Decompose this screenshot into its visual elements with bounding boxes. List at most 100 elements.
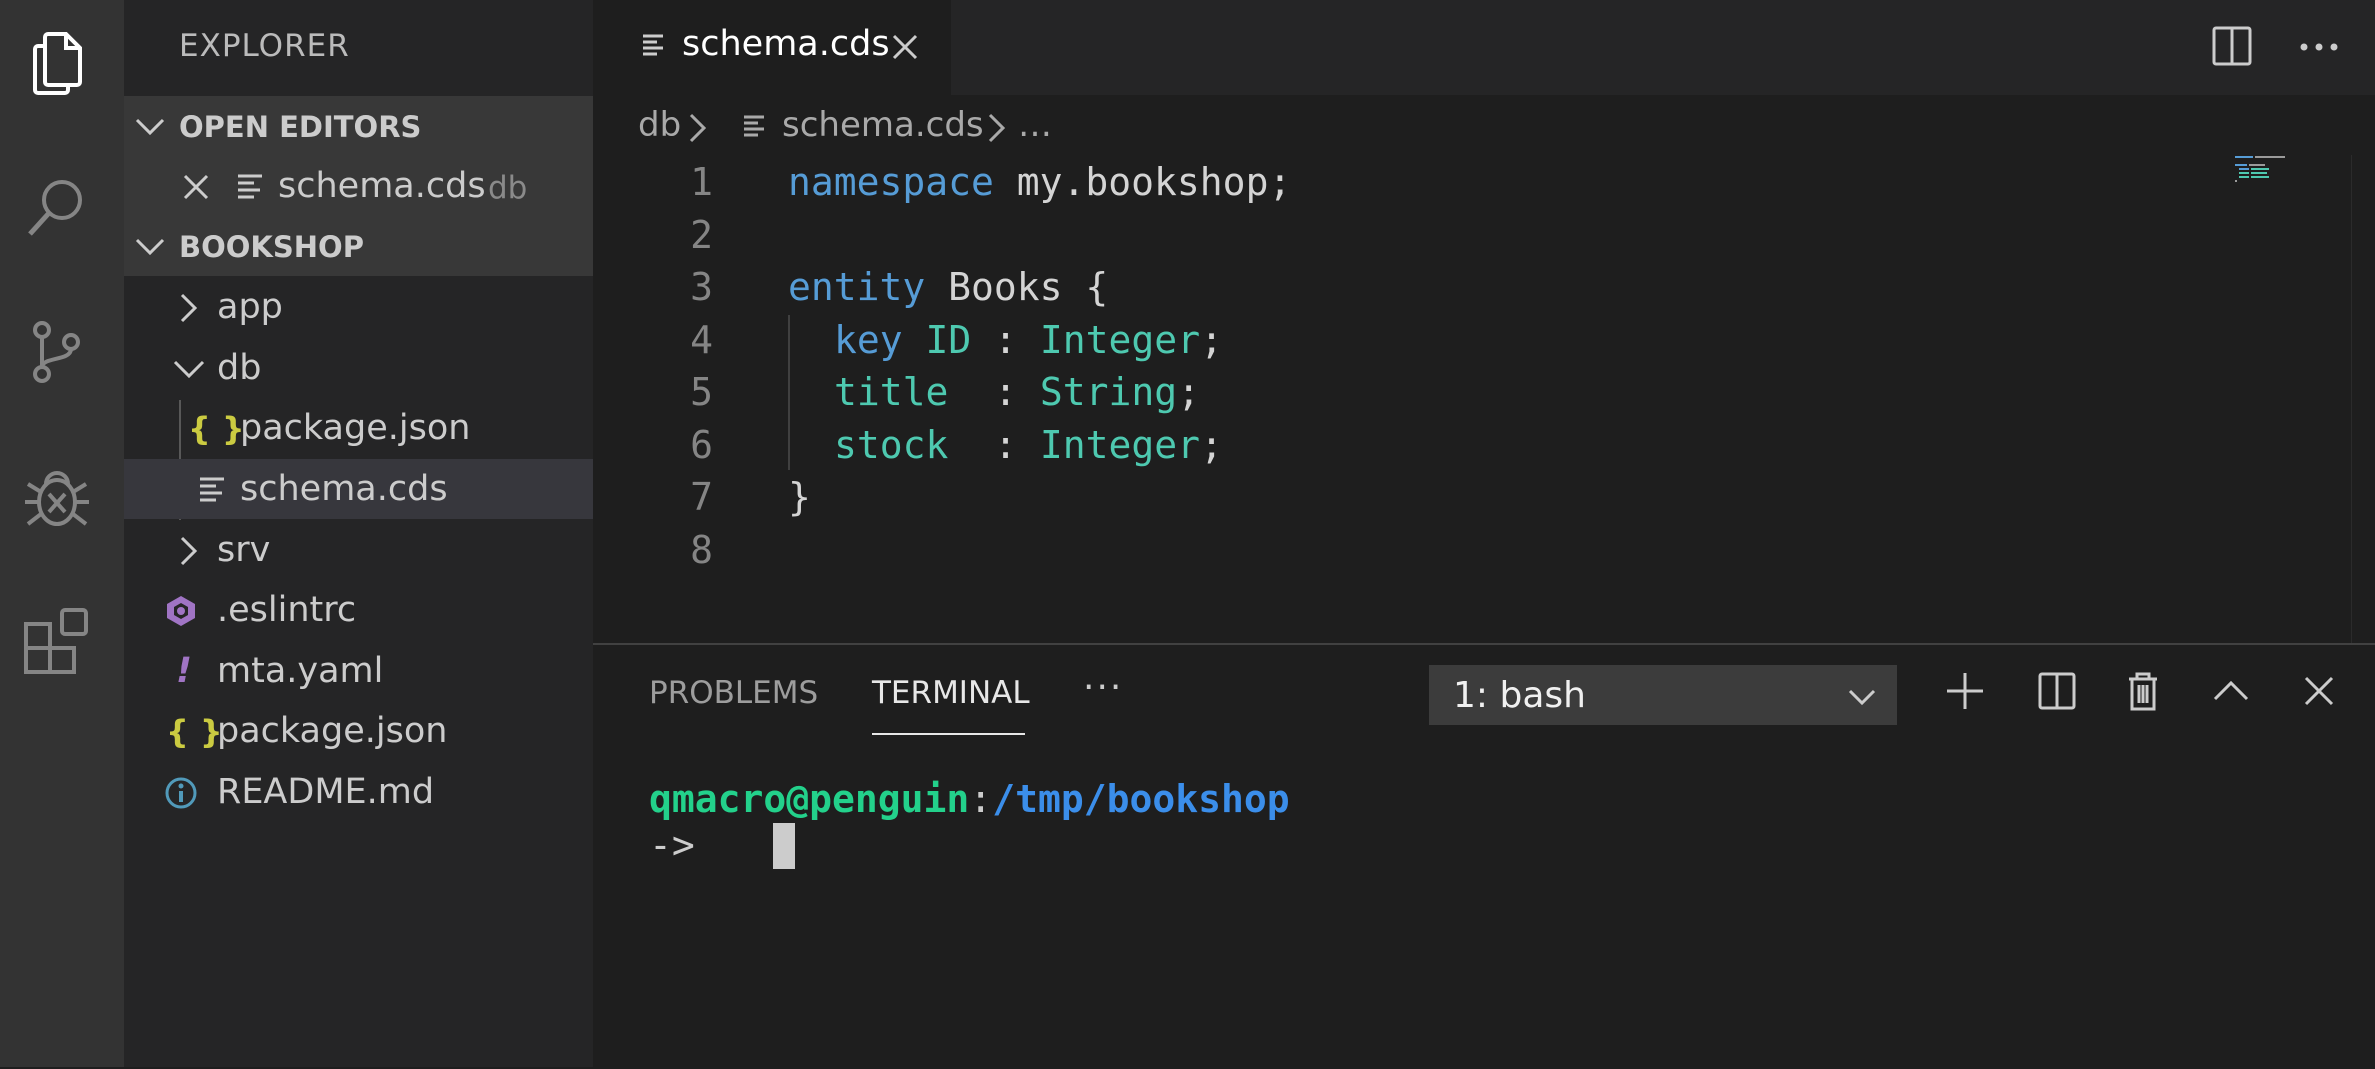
code-text: ; xyxy=(1177,370,1201,414)
open-editors-label: OPEN EDITORS xyxy=(179,110,422,144)
code-line-4: key ID : Integer; xyxy=(834,318,1223,362)
tab-terminal[interactable]: TERMINAL xyxy=(872,675,1030,711)
code-line-3: entity Books { xyxy=(788,265,1108,309)
explorer-sidebar: EXPLORER OPEN EDITORS schema.cds db BOOK… xyxy=(124,0,593,1067)
code-text: ; xyxy=(1200,318,1223,362)
field-name: stock xyxy=(834,423,949,467)
close-icon[interactable] xyxy=(2297,669,2341,713)
open-editor-item[interactable]: schema.cds db xyxy=(124,156,593,216)
eslint-icon xyxy=(167,596,195,626)
tab-problems[interactable]: PROBLEMS xyxy=(649,675,818,711)
tree-label: schema.cds xyxy=(240,469,448,509)
breadcrumb-folder[interactable]: db xyxy=(638,105,681,145)
terminal-cursor xyxy=(773,823,795,869)
terminal-separator: : xyxy=(969,777,993,821)
source-control-icon[interactable] xyxy=(22,318,92,388)
new-terminal-icon[interactable] xyxy=(1943,669,1987,713)
code-text: : xyxy=(948,423,1040,467)
chevron-down-icon xyxy=(135,238,165,256)
code-text: my.bookshop; xyxy=(993,160,1292,204)
tree-label: package.json xyxy=(240,408,471,448)
code-editor[interactable]: 1 2 3 4 5 6 7 8 namespace my.bookshop; e… xyxy=(593,155,2375,643)
tree-item-mta-yaml[interactable]: ! mta.yaml xyxy=(124,641,593,701)
tree-item-app[interactable]: app xyxy=(124,277,593,337)
files-icon[interactable] xyxy=(22,26,92,96)
open-editors-header[interactable]: OPEN EDITORS xyxy=(124,96,593,156)
field-name: ID xyxy=(902,318,972,362)
terminal-path: /tmp/bookshop xyxy=(992,777,1290,821)
code-line-1: namespace my.bookshop; xyxy=(788,160,1291,204)
bookshop-header[interactable]: BOOKSHOP xyxy=(124,216,593,276)
activity-bar xyxy=(0,0,124,1067)
chevron-right-icon xyxy=(180,293,198,323)
chevron-down-icon xyxy=(173,360,205,379)
trash-icon[interactable] xyxy=(2121,669,2165,713)
terminal-user-host: qmacro@penguin xyxy=(649,777,970,821)
chevron-right-icon xyxy=(988,113,1006,143)
tree-item-readme[interactable]: README.md xyxy=(124,762,593,822)
tree-label: .eslintrc xyxy=(217,590,357,630)
bookshop-label: BOOKSHOP xyxy=(179,230,364,264)
tree-label: README.md xyxy=(217,772,435,812)
indent-guide xyxy=(788,315,790,470)
tree-item-package-json[interactable]: { } package.json xyxy=(124,398,593,458)
bottom-panel: PROBLEMS TERMINAL ··· 1: bash qmacro@pen… xyxy=(593,643,2375,1069)
tree-item-db[interactable]: db xyxy=(124,338,593,398)
more-actions-icon[interactable] xyxy=(2294,22,2344,72)
extensions-icon[interactable] xyxy=(22,606,92,676)
tree-label: app xyxy=(217,287,283,327)
tree-label: package.json xyxy=(217,711,448,751)
terminal-input-line[interactable]: -> xyxy=(649,823,795,869)
line-number: 1 xyxy=(690,160,713,204)
type-name: Integer xyxy=(1039,318,1201,362)
file-lines-icon xyxy=(643,34,663,56)
json-icon: { } xyxy=(166,713,223,751)
tree-item-schema-cds[interactable]: schema.cds xyxy=(124,459,593,519)
more-tabs-icon[interactable]: ··· xyxy=(1083,667,1123,708)
file-lines-icon xyxy=(744,115,764,137)
tree-label: srv xyxy=(217,530,271,570)
terminal-select[interactable]: 1: bash xyxy=(1429,665,1897,725)
split-terminal-icon[interactable] xyxy=(2035,669,2079,713)
split-editor-icon[interactable] xyxy=(2208,22,2258,72)
debug-icon[interactable] xyxy=(22,462,92,532)
code-text: } xyxy=(788,475,811,519)
code-line-6: stock : Integer; xyxy=(834,423,1223,467)
json-icon: { } xyxy=(188,410,245,448)
terminal-prompt: -> xyxy=(649,823,695,867)
search-icon[interactable] xyxy=(22,172,92,242)
open-editor-filename: schema.cds xyxy=(278,166,486,206)
open-editor-folder: db xyxy=(488,170,528,206)
code-text: ; xyxy=(1200,423,1223,467)
close-icon[interactable] xyxy=(179,170,213,204)
chevron-right-icon xyxy=(689,113,707,143)
editor-scrollbar[interactable] xyxy=(2351,155,2375,643)
tree-label: db xyxy=(217,348,262,388)
close-icon[interactable] xyxy=(888,30,922,64)
breadcrumb-more[interactable]: … xyxy=(1018,105,1052,145)
tree-label: mta.yaml xyxy=(217,651,384,691)
keyword: namespace xyxy=(788,160,994,204)
chevron-up-icon[interactable] xyxy=(2209,669,2253,713)
chevron-right-icon xyxy=(180,536,198,566)
file-lines-icon xyxy=(238,174,262,199)
tree-item-srv[interactable]: srv xyxy=(124,520,593,580)
terminal-select-value: 1: bash xyxy=(1453,675,1586,716)
line-number: 8 xyxy=(690,528,713,572)
code-line-7: } xyxy=(788,475,811,519)
breadcrumb-file[interactable]: schema.cds xyxy=(782,105,984,145)
minimap[interactable] xyxy=(2235,152,2295,192)
keyword: key xyxy=(834,318,903,362)
line-number: 4 xyxy=(690,318,713,362)
sidebar-title: EXPLORER xyxy=(179,28,350,64)
tree-item-package-json[interactable]: { } package.json xyxy=(124,701,593,761)
chevron-down-icon xyxy=(1848,689,1876,706)
tab-schema-cds[interactable]: schema.cds xyxy=(593,0,951,95)
code-text: : xyxy=(971,318,1040,362)
keyword: entity xyxy=(788,265,926,309)
info-icon xyxy=(165,777,197,809)
line-number: 7 xyxy=(690,475,713,519)
line-number: 6 xyxy=(690,423,713,467)
line-number: 5 xyxy=(690,370,713,414)
tree-item-eslintrc[interactable]: .eslintrc xyxy=(124,580,593,640)
